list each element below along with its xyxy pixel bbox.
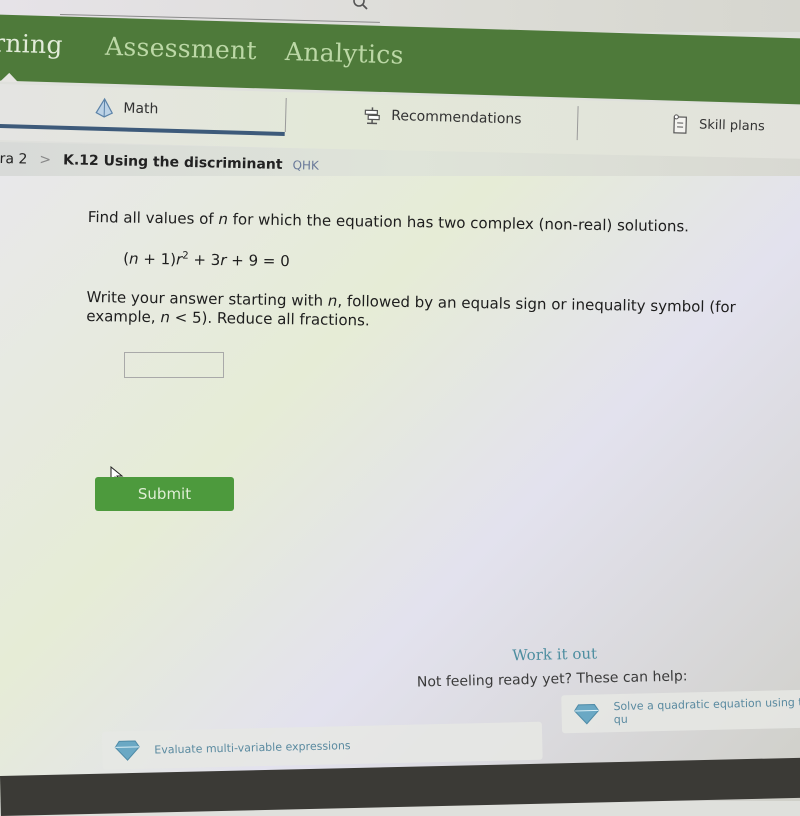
nav-assessment[interactable]: Assessment	[105, 32, 258, 65]
help-card-label: Solve a quadratic equation using the qu	[613, 695, 800, 726]
tab-math-label: Math	[123, 100, 158, 117]
tab-recommendations[interactable]: Recommendations	[361, 104, 522, 130]
search-icon[interactable]	[352, 0, 368, 10]
pyramid-icon	[93, 97, 116, 120]
tab-skill-plans[interactable]: Skill plans	[669, 113, 765, 138]
answer-input[interactable]	[124, 352, 224, 378]
diamond-icon	[114, 739, 140, 762]
work-it-out-title: Work it out	[512, 644, 597, 664]
skill-code: QHK	[292, 158, 319, 173]
help-subtitle: Not feeling ready yet? These can help:	[417, 668, 688, 690]
tab-skill-plans-label: Skill plans	[699, 117, 765, 134]
help-card-label: Evaluate multi-variable expressions	[154, 739, 351, 756]
nav-analytics[interactable]: Analytics	[285, 37, 405, 70]
tab-recommendations-label: Recommendations	[391, 108, 522, 128]
clipboard-icon	[669, 113, 692, 136]
submit-button[interactable]: Submit	[95, 477, 234, 511]
tab-math[interactable]: Math	[93, 97, 159, 121]
tab-divider	[285, 98, 287, 132]
help-card-solve-quadratic[interactable]: Solve a quadratic equation using the qu	[561, 689, 800, 733]
breadcrumb-parent[interactable]: ra 2	[0, 151, 28, 168]
active-nav-pointer	[0, 73, 18, 83]
breadcrumb-separator: >	[39, 152, 51, 168]
breadcrumb-current-skill: K.12 Using the discriminant	[63, 152, 283, 173]
question: Find all values of n for which the equat…	[86, 208, 768, 337]
tab-divider	[577, 106, 579, 140]
question-equation: (n + 1)r2 + 3r + 9 = 0	[123, 246, 767, 279]
signpost-icon	[361, 104, 384, 127]
nav-learning[interactable]: rning	[0, 28, 63, 59]
diamond-icon	[573, 702, 599, 725]
help-card-evaluate-expressions[interactable]: Evaluate multi-variable expressions	[102, 722, 543, 770]
active-tab-underline	[0, 124, 285, 136]
